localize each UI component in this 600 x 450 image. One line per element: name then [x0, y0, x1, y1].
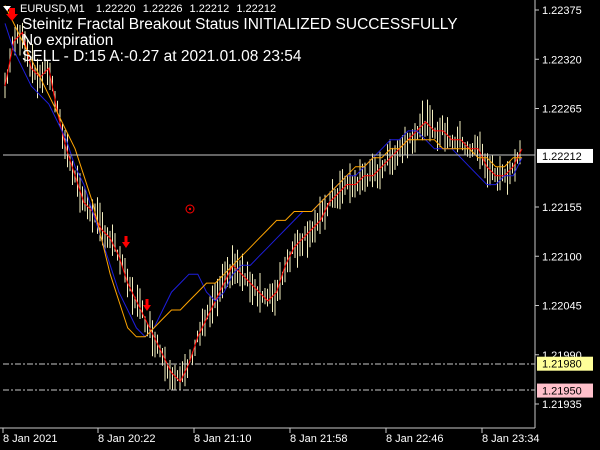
status-line-1: Steinitz Fractal Breakout Status INITIAL…: [22, 16, 458, 33]
price-tick-label: 1.21935: [542, 399, 582, 411]
price-tick-label: 1.22375: [542, 5, 582, 17]
level-high-label-text: 1.21980: [542, 359, 582, 371]
price-tick-label: 1.22265: [542, 104, 582, 116]
price-tick-label: 1.22155: [542, 202, 582, 214]
time-tick-label: 8 Jan 21:58: [290, 433, 348, 445]
status-line-2: No expiration: [22, 32, 113, 49]
current-price-label-text: 1.22212: [542, 151, 582, 163]
status-line-3: SELL - D:15 A:-0.27 at 2021.01.08 23:54: [22, 48, 302, 65]
price-tick-label: 1.22100: [542, 251, 582, 263]
price-chart[interactable]: 1.22375 1.22320 1.22265 1.22155 1.22100 1.220…: [0, 0, 600, 450]
level-high-label: 1.21980: [537, 356, 593, 371]
current-price-label: 1.22212: [537, 148, 593, 163]
level-low-label: 1.21950: [537, 383, 593, 398]
price-tick-label: 1.22045: [542, 301, 582, 313]
symbol-ohlc-text: EURUSD,M1 1.22220 1.22226 1.22212 1.2221…: [20, 3, 276, 15]
time-tick-label: 8 Jan 20:22: [98, 433, 156, 445]
time-tick-label: 8 Jan 2021: [3, 433, 57, 445]
time-tick-label: 8 Jan 21:10: [194, 433, 252, 445]
price-tick-label: 1.22320: [542, 54, 582, 66]
time-tick-label: 8 Jan 22:46: [386, 433, 444, 445]
time-tick-label: 8 Jan 23:34: [482, 433, 540, 445]
level-low-label-text: 1.21950: [542, 386, 582, 398]
chart-background: [0, 0, 600, 450]
